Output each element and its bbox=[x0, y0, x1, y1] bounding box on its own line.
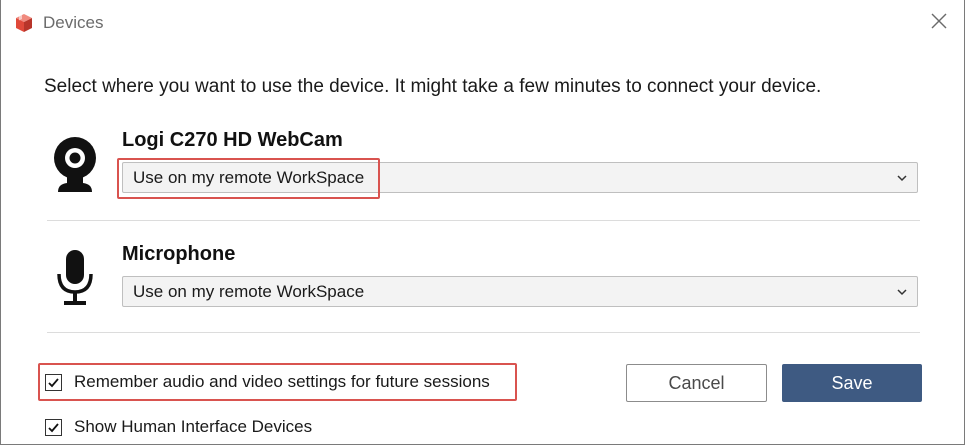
chevron-down-icon bbox=[897, 175, 907, 182]
instructions-text: Select where you want to use the device.… bbox=[44, 76, 822, 97]
checkmark-icon bbox=[48, 378, 59, 388]
cancel-button[interactable]: Cancel bbox=[626, 364, 767, 402]
webcam-usage-value: Use on my remote WorkSpace bbox=[133, 168, 365, 187]
microphone-usage-select[interactable]: Use on my remote WorkSpace bbox=[122, 276, 918, 307]
webcam-name: Logi C270 HD WebCam bbox=[122, 129, 343, 151]
remember-settings-checkbox[interactable] bbox=[45, 374, 62, 391]
remember-settings-label: Remember audio and video settings for fu… bbox=[74, 372, 490, 391]
microphone-usage-value: Use on my remote WorkSpace bbox=[133, 282, 365, 301]
close-icon[interactable] bbox=[928, 10, 950, 32]
title-bar: Devices bbox=[1, 0, 964, 44]
webcam-icon bbox=[54, 137, 96, 192]
webcam-usage-select[interactable]: Use on my remote WorkSpace bbox=[122, 162, 918, 193]
microphone-name: Microphone bbox=[122, 243, 236, 265]
device-row-webcam: Logi C270 HD WebCam Use on my remote Wor… bbox=[47, 124, 920, 221]
window-title: Devices bbox=[43, 13, 104, 32]
checkmark-icon bbox=[48, 423, 59, 433]
workspaces-cube-icon bbox=[16, 14, 32, 32]
save-button[interactable]: Save bbox=[782, 364, 922, 402]
show-hid-checkbox[interactable] bbox=[45, 419, 62, 436]
show-hid-label: Show Human Interface Devices bbox=[74, 417, 313, 436]
microphone-icon bbox=[57, 250, 93, 305]
device-row-microphone: Microphone Use on my remote WorkSpace bbox=[47, 238, 920, 333]
chevron-down-icon bbox=[897, 289, 907, 296]
devices-dialog: Devices Select where you want to use the… bbox=[0, 0, 965, 445]
